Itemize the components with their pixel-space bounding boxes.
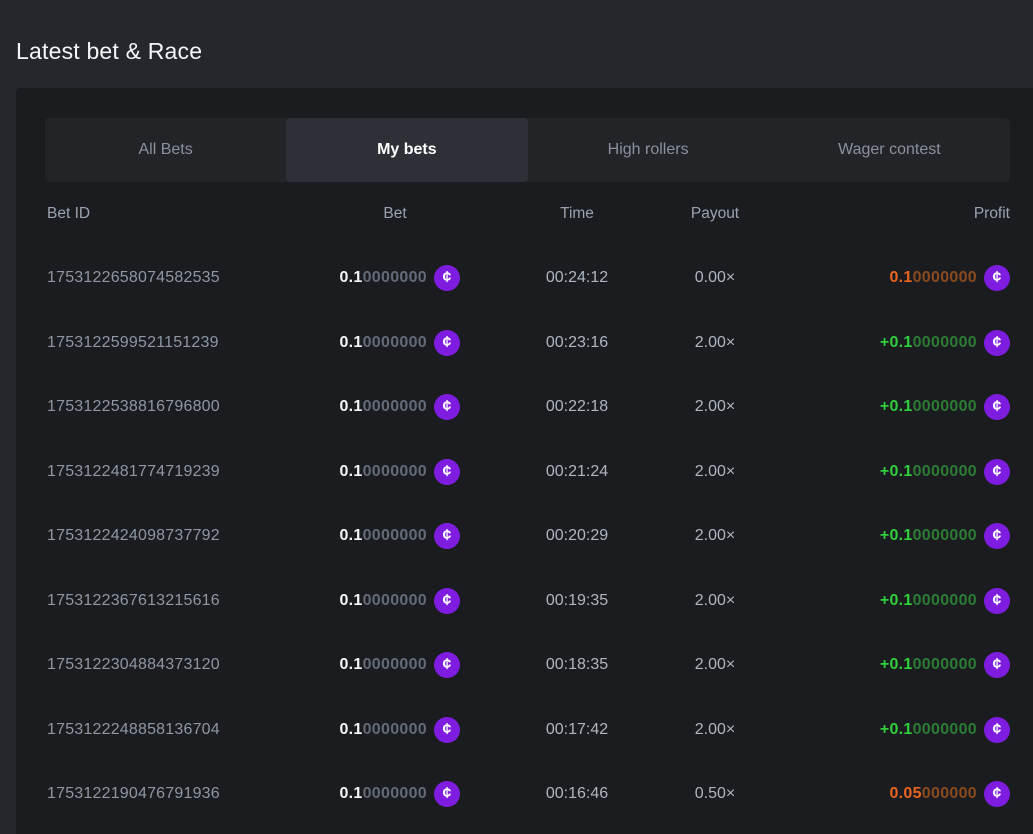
table-row[interactable]: 1753122424098737792 0.10000000 ¢ 00:20:2…	[45, 504, 1010, 569]
bet-payout: 0.00×	[645, 246, 785, 311]
bet-amount-value: 0.10000000	[339, 463, 427, 481]
coin-icon: ¢	[984, 459, 1010, 485]
bet-profit-value: +0.10000000	[880, 334, 977, 352]
header-payout: Payout	[645, 182, 785, 246]
bet-profit-value: +0.10000000	[880, 527, 977, 545]
bet-amount-value: 0.10000000	[339, 527, 427, 545]
bet-amount-value: 0.10000000	[339, 269, 427, 287]
coin-icon: ¢	[434, 394, 460, 420]
tab-all-bets[interactable]: All Bets	[45, 118, 286, 182]
bet-amount-value: 0.10000000	[339, 785, 427, 803]
bet-profit-value: 0.05000000	[889, 785, 977, 803]
bet-amount: 0.10000000 ¢	[45, 633, 460, 698]
bet-payout: 2.00×	[645, 633, 785, 698]
bet-profit-value: +0.10000000	[880, 656, 977, 674]
table-row[interactable]: 1753122599521151239 0.10000000 ¢ 00:23:1…	[45, 311, 1010, 376]
bet-profit: +0.10000000 ¢	[880, 311, 1010, 376]
table-row[interactable]: 1753122248858136704 0.10000000 ¢ 00:17:4…	[45, 698, 1010, 763]
bet-payout: 2.00×	[645, 311, 785, 376]
table-row[interactable]: 1753122658074582535 0.10000000 ¢ 00:24:1…	[45, 246, 1010, 311]
coin-icon: ¢	[984, 330, 1010, 356]
bets-table: Bet ID Bet Time Payout Profit 1753122658…	[45, 182, 1010, 827]
bet-amount: 0.10000000 ¢	[45, 375, 460, 440]
bet-payout: 2.00×	[645, 504, 785, 569]
bet-profit: 0.10000000 ¢	[889, 246, 1010, 311]
coin-icon: ¢	[434, 652, 460, 678]
bet-amount-value: 0.10000000	[339, 721, 427, 739]
bet-profit-value: +0.10000000	[880, 398, 977, 416]
bet-profit: +0.10000000 ¢	[880, 633, 1010, 698]
bet-profit: +0.10000000 ¢	[880, 504, 1010, 569]
bet-amount-value: 0.10000000	[339, 334, 427, 352]
bet-profit: +0.10000000 ¢	[880, 569, 1010, 634]
table-row[interactable]: 1753122538816796800 0.10000000 ¢ 00:22:1…	[45, 375, 1010, 440]
coin-icon: ¢	[434, 588, 460, 614]
bet-payout: 2.00×	[645, 375, 785, 440]
coin-icon: ¢	[984, 523, 1010, 549]
bet-profit-value: +0.10000000	[880, 721, 977, 739]
coin-icon: ¢	[434, 781, 460, 807]
bet-amount-value: 0.10000000	[339, 656, 427, 674]
bet-amount: 0.10000000 ¢	[45, 440, 460, 505]
coin-icon: ¢	[984, 652, 1010, 678]
coin-icon: ¢	[434, 459, 460, 485]
header-bet: Bet	[330, 182, 460, 246]
bets-table-body: 1753122658074582535 0.10000000 ¢ 00:24:1…	[45, 246, 1010, 827]
bet-profit-value: +0.10000000	[880, 592, 977, 610]
bet-payout: 2.00×	[645, 440, 785, 505]
bets-tabbar: All Bets My bets High rollers Wager cont…	[45, 118, 1010, 182]
latest-bets-panel: All Bets My bets High rollers Wager cont…	[16, 88, 1033, 834]
bet-profit: +0.10000000 ¢	[880, 440, 1010, 505]
coin-icon: ¢	[984, 265, 1010, 291]
bet-amount: 0.10000000 ¢	[45, 569, 460, 634]
bet-amount: 0.10000000 ¢	[45, 698, 460, 763]
header-profit: Profit	[974, 182, 1010, 246]
coin-icon: ¢	[984, 717, 1010, 743]
coin-icon: ¢	[434, 265, 460, 291]
bet-profit-value: 0.10000000	[889, 269, 977, 287]
tab-wager-contest[interactable]: Wager contest	[769, 118, 1010, 182]
header-bet-id: Bet ID	[47, 182, 90, 246]
coin-icon: ¢	[434, 523, 460, 549]
tab-my-bets[interactable]: My bets	[286, 118, 527, 182]
bet-profit: +0.10000000 ¢	[880, 375, 1010, 440]
bet-amount: 0.10000000 ¢	[45, 504, 460, 569]
table-row[interactable]: 1753122367613215616 0.10000000 ¢ 00:19:3…	[45, 569, 1010, 634]
bet-profit-value: +0.10000000	[880, 463, 977, 481]
coin-icon: ¢	[984, 588, 1010, 614]
page-title: Latest bet & Race	[16, 38, 202, 65]
table-row[interactable]: 1753122304884373120 0.10000000 ¢ 00:18:3…	[45, 633, 1010, 698]
tab-high-rollers[interactable]: High rollers	[528, 118, 769, 182]
coin-icon: ¢	[984, 394, 1010, 420]
bet-amount-value: 0.10000000	[339, 398, 427, 416]
bet-payout: 2.00×	[645, 569, 785, 634]
bet-profit: 0.05000000 ¢	[889, 762, 1010, 827]
bet-amount: 0.10000000 ¢	[45, 762, 460, 827]
bet-amount: 0.10000000 ¢	[45, 311, 460, 376]
bet-profit: +0.10000000 ¢	[880, 698, 1010, 763]
bet-amount: 0.10000000 ¢	[45, 246, 460, 311]
bets-table-header: Bet ID Bet Time Payout Profit	[45, 182, 1010, 246]
bet-payout: 0.50×	[645, 762, 785, 827]
table-row[interactable]: 1753122481774719239 0.10000000 ¢ 00:21:2…	[45, 440, 1010, 505]
coin-icon: ¢	[434, 330, 460, 356]
bet-payout: 2.00×	[645, 698, 785, 763]
table-row[interactable]: 1753122190476791936 0.10000000 ¢ 00:16:4…	[45, 762, 1010, 827]
coin-icon: ¢	[984, 781, 1010, 807]
coin-icon: ¢	[434, 717, 460, 743]
bet-amount-value: 0.10000000	[339, 592, 427, 610]
